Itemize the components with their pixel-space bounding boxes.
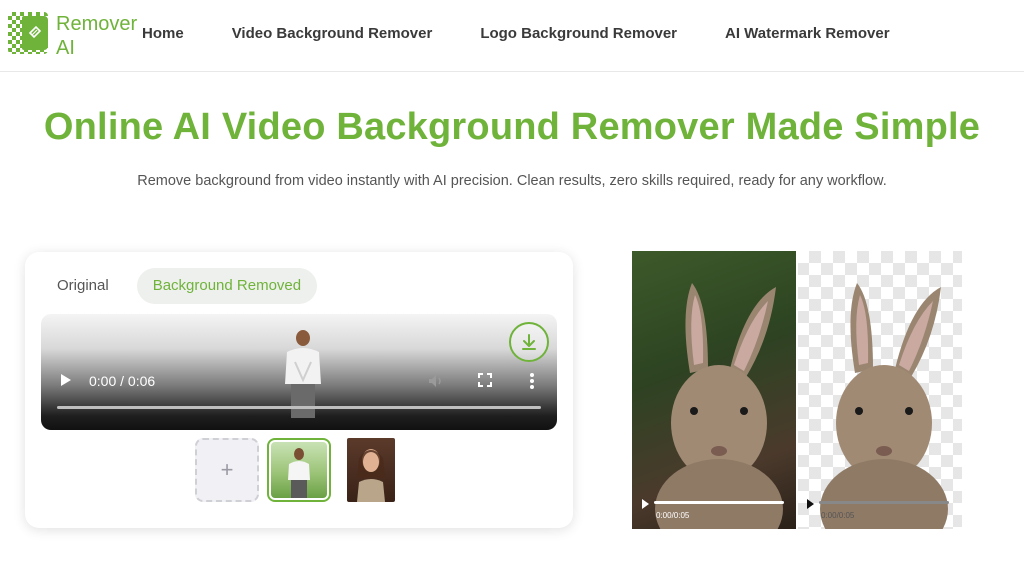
nav-logo-background-remover[interactable]: Logo Background Remover [480, 24, 677, 44]
page-subtitle: Remove background from video instantly w… [137, 173, 887, 189]
tab-background-removed[interactable]: Background Removed [136, 268, 318, 304]
video-player[interactable]: 0:00 / 0:06 [41, 314, 557, 430]
nav-video-background-remover[interactable]: Video Background Remover [232, 24, 433, 44]
editor-card: Original Background Removed 0:00 / 0:06 [25, 252, 573, 528]
view-tabs: Original Background Removed [41, 268, 318, 304]
video-progress-bar[interactable] [57, 406, 541, 409]
removed-progress-bar[interactable] [819, 501, 949, 504]
more-options-icon[interactable] [529, 372, 535, 390]
logo[interactable]: Remover AI [8, 12, 137, 60]
volume-icon[interactable] [427, 372, 445, 390]
site-header: Remover AI Home Video Background Remover… [0, 0, 1024, 72]
video-time: 0:00 / 0:06 [89, 373, 156, 389]
logo-line-1: Remover [56, 13, 138, 35]
preview-divider [796, 251, 798, 529]
removed-background-preview[interactable]: 0:00/0:05 [797, 251, 962, 529]
original-video-preview[interactable]: 0:00/0:05 [632, 251, 797, 529]
thumbnail-strip: + [195, 438, 395, 502]
tab-original[interactable]: Original [41, 268, 125, 304]
woman-thumbnail[interactable] [347, 438, 395, 502]
before-after-preview: 0:00/0:05 0:00/0:05 [632, 251, 962, 529]
play-icon[interactable] [61, 374, 71, 386]
play-icon[interactable] [642, 499, 649, 509]
original-progress-bar[interactable] [654, 501, 784, 504]
page-title: Online AI Video Background Remover Made … [43, 106, 981, 148]
person-silhouette [285, 330, 321, 418]
logo-line-2: AI [56, 37, 75, 59]
main-nav: Home Video Background Remover Logo Backg… [142, 24, 890, 44]
download-icon [522, 334, 536, 350]
removed-video-controls: 0:00/0:05 [797, 495, 962, 525]
rabbit-cutout-image [820, 283, 948, 529]
download-button[interactable] [509, 322, 549, 362]
original-video-time: 0:00/0:05 [656, 511, 690, 520]
golfer-thumbnail[interactable] [267, 438, 331, 502]
original-video-controls: 0:00/0:05 [632, 495, 797, 525]
rabbit-image [655, 283, 783, 529]
nav-ai-watermark-remover[interactable]: AI Watermark Remover [725, 24, 890, 44]
nav-home[interactable]: Home [142, 24, 184, 44]
logo-text: Remover AI [56, 12, 137, 60]
add-video-button[interactable]: + [195, 438, 259, 502]
logo-icon [8, 12, 48, 54]
removed-video-time: 0:00/0:05 [821, 511, 855, 520]
play-icon[interactable] [807, 499, 814, 509]
fullscreen-icon[interactable] [477, 372, 493, 388]
